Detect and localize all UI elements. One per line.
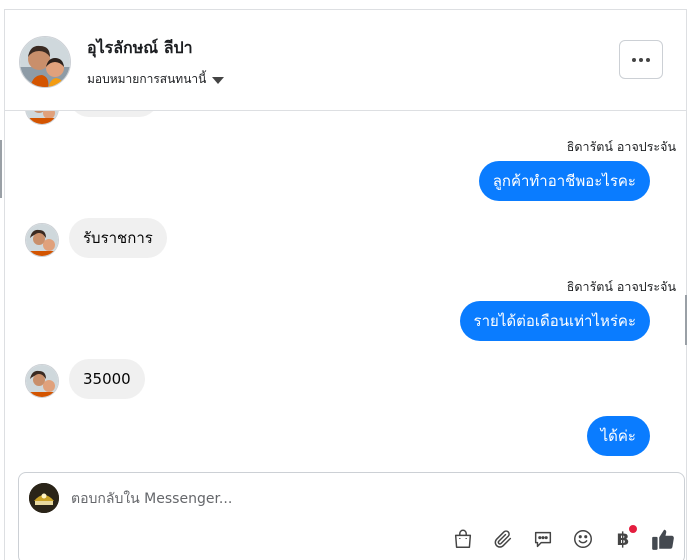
caret-down-icon: [212, 76, 225, 84]
message-sender: ธิดารัตน์ อาจประจัน: [566, 279, 676, 294]
shop-button[interactable]: [449, 525, 477, 553]
contact-name[interactable]: อุไรลักษณ์ ลีปา: [87, 36, 193, 61]
conversation-header: อุไรลักษณ์ ลีปา มอบหมายการสนทนานี้: [5, 10, 686, 111]
emoji-button[interactable]: [569, 525, 597, 553]
scrollbar-left: [0, 140, 2, 198]
shopping-bag-icon: [454, 529, 472, 548]
attach-button[interactable]: [489, 525, 517, 553]
message-thread[interactable]: ธิดารัตน์ อาจประจัน ลูกค้าทำอาชีพอะไรคะ …: [5, 111, 681, 466]
payment-icon: ฿: [616, 528, 630, 550]
thumbs-up-icon: [652, 529, 674, 550]
contact-avatar[interactable]: [19, 36, 71, 88]
incoming-message[interactable]: 35000: [69, 359, 145, 399]
saved-reply-icon: [534, 531, 552, 548]
contact-mini-avatar: [25, 111, 59, 125]
emoji-icon: [574, 530, 592, 548]
notification-dot: [629, 525, 637, 533]
incoming-message[interactable]: รับราชการ: [69, 218, 167, 258]
paperclip-icon: [494, 530, 512, 548]
payment-button[interactable]: ฿: [609, 525, 637, 553]
saved-replies-button[interactable]: [529, 525, 557, 553]
outgoing-message[interactable]: ได้ค่ะ: [586, 416, 650, 456]
assign-label: มอบหมายการสนทนานี้: [87, 72, 207, 86]
composer-toolbar: ฿: [449, 525, 677, 553]
assign-conversation-dropdown[interactable]: มอบหมายการสนทนานี้: [87, 70, 225, 89]
previous-message-bubble: [69, 111, 159, 117]
outgoing-message[interactable]: ลูกค้าทำอาชีพอะไรคะ: [478, 161, 650, 201]
reply-input[interactable]: [71, 487, 631, 511]
more-icon: [632, 57, 650, 62]
message-sender: ธิดารัตน์ อาจประจัน: [566, 139, 676, 154]
contact-mini-avatar: [25, 223, 59, 257]
contact-mini-avatar: [25, 364, 59, 398]
page-avatar: [29, 483, 59, 513]
like-button[interactable]: [649, 525, 677, 553]
outgoing-message[interactable]: รายได้ต่อเดือนเท่าไหร่คะ: [459, 301, 650, 341]
more-options-button[interactable]: [619, 40, 663, 79]
reply-composer: ฿: [18, 472, 685, 560]
